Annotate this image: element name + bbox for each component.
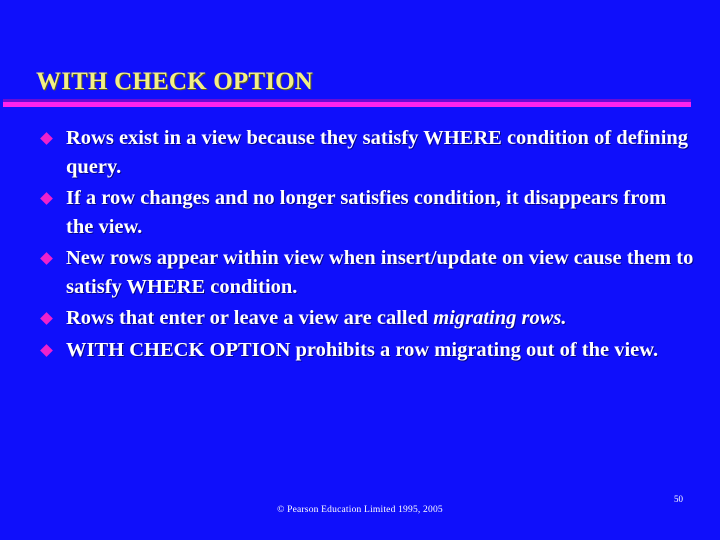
page-number: 50 [674,494,683,504]
list-item-text: New rows appear within view when insert/… [66,247,694,298]
list-item-text: WITH CHECK OPTION prohibits a row migrat… [66,338,659,361]
list-item-text-emphasis: migrating rows. [433,307,567,329]
list-item-text: Rows exist in a view because they satisf… [66,127,689,178]
diamond-bullet-icon [40,312,53,325]
list-item: Rows that enter or leave a view are call… [36,304,696,333]
list-item: If a row changes and no longer satisfies… [36,184,696,241]
title-divider-line [3,102,691,107]
diamond-bullet-icon [40,132,53,145]
list-item: WITH CHECK OPTION prohibits a row migrat… [36,336,696,365]
copyright-footer: © Pearson Education Limited 1995, 2005 [277,505,443,515]
list-item-text: If a row changes and no longer satisfies… [66,187,667,238]
list-item: New rows appear within view when insert/… [36,244,696,301]
diamond-bullet-icon [40,252,53,265]
page-title: WITH CHECK OPTION [36,68,314,95]
diamond-bullet-icon [40,343,53,357]
list-item-text-plain: Rows that enter or leave a view are call… [66,307,434,329]
bullet-list: Rows exist in a view because they satisf… [36,124,696,367]
slide-canvas: WITH CHECK OPTION Rows exist in a view b… [0,0,720,540]
list-item-text: Rows that enter or leave a view are call… [66,304,696,333]
list-item: Rows exist in a view because they satisf… [36,124,696,181]
diamond-bullet-icon [40,192,53,205]
title-block: WITH CHECK OPTION [36,68,696,96]
title-divider [3,99,691,108]
